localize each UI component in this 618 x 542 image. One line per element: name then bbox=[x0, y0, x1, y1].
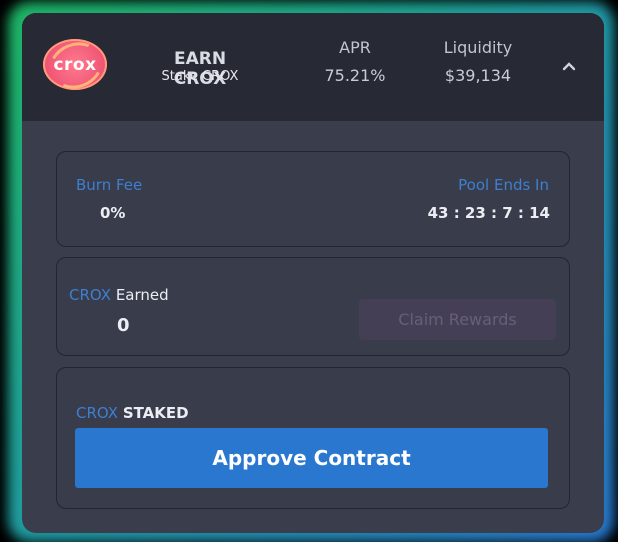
earned-token: CROX bbox=[69, 286, 112, 304]
pool-header[interactable]: crox EARN CROX Stake CROX APR 75.21% Liq… bbox=[22, 13, 604, 121]
pool-ends-label: Pool Ends In bbox=[458, 176, 549, 194]
staking-pool-card: crox EARN CROX Stake CROX APR 75.21% Liq… bbox=[22, 13, 604, 533]
apr-value: 75.21% bbox=[324, 66, 386, 85]
approve-contract-button[interactable]: Approve Contract bbox=[75, 428, 548, 488]
earned-panel: CROX Earned 0 Claim Rewards bbox=[56, 257, 570, 356]
chevron-up-icon[interactable] bbox=[562, 61, 576, 73]
liquidity-value: $39,134 bbox=[444, 66, 512, 85]
staked-panel: CROX STAKED Approve Contract bbox=[56, 367, 570, 509]
pool-subtitle: Stake CROX bbox=[161, 69, 239, 84]
claim-rewards-button[interactable]: Claim Rewards bbox=[359, 299, 556, 340]
staked-token: CROX bbox=[76, 404, 119, 422]
apr-label: APR bbox=[339, 38, 371, 57]
pool-info-panel: Burn Fee 0% Pool Ends In 43 : 23 : 7 : 1… bbox=[56, 151, 570, 247]
earned-label: Earned bbox=[115, 286, 169, 304]
burn-fee-value: 0% bbox=[100, 204, 126, 222]
crox-logo: crox bbox=[42, 35, 110, 96]
earned-heading: CROX Earned bbox=[69, 286, 169, 304]
logo-text: crox bbox=[53, 55, 97, 75]
burn-fee-label: Burn Fee bbox=[76, 176, 143, 194]
staked-label: STAKED bbox=[122, 404, 189, 422]
liquidity-label: Liquidity bbox=[443, 38, 513, 57]
earned-value: 0 bbox=[117, 315, 130, 336]
pool-ends-countdown: 43 : 23 : 7 : 14 bbox=[427, 204, 550, 222]
staked-heading: CROX STAKED bbox=[76, 404, 189, 422]
chevron-up-icon-svg bbox=[562, 62, 576, 71]
